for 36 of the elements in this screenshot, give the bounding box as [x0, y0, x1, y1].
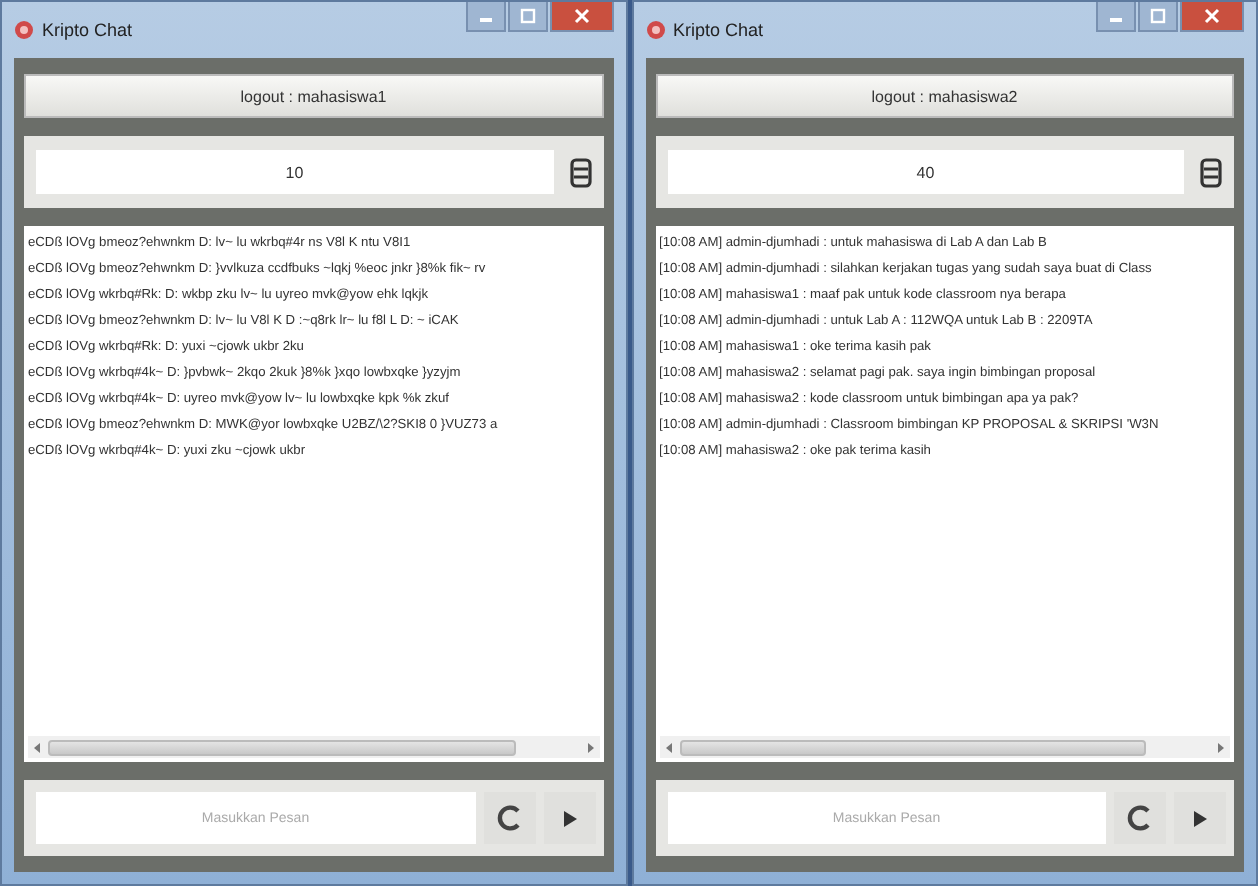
horizontal-scrollbar[interactable]	[659, 736, 1230, 758]
send-button[interactable]	[543, 792, 595, 844]
maximize-button[interactable]	[1138, 2, 1178, 32]
refresh-icon	[495, 804, 523, 832]
maximize-icon	[519, 8, 535, 24]
app-icon	[645, 20, 665, 40]
key-field[interactable]: 40	[667, 150, 1184, 194]
scroll-right-icon[interactable]	[585, 741, 595, 753]
app-icon	[14, 20, 34, 40]
close-icon	[1204, 8, 1220, 24]
close-icon	[573, 8, 589, 24]
window-title: Kripto Chat	[42, 20, 133, 40]
play-icon	[1192, 809, 1208, 827]
logout-button[interactable]: logout : mahasiswa2	[655, 74, 1234, 118]
close-button[interactable]	[549, 2, 613, 32]
scrollbar-thumb[interactable]	[679, 739, 1147, 755]
scrollbar-thumb[interactable]	[48, 739, 516, 755]
maximize-icon	[1150, 8, 1166, 24]
play-icon	[561, 809, 577, 827]
scroll-right-icon[interactable]	[1216, 741, 1226, 753]
refresh-button[interactable]	[483, 792, 535, 844]
close-button[interactable]	[1180, 2, 1244, 32]
database-icon[interactable]	[569, 157, 591, 187]
refresh-button[interactable]	[1114, 792, 1166, 844]
horizontal-scrollbar[interactable]	[28, 736, 599, 758]
database-icon[interactable]	[1200, 157, 1222, 187]
scroll-left-icon[interactable]	[32, 741, 42, 753]
scroll-left-icon[interactable]	[663, 741, 673, 753]
logout-button[interactable]: logout : mahasiswa1	[24, 74, 603, 118]
minimize-button[interactable]	[465, 2, 505, 32]
key-field[interactable]: 10	[36, 150, 553, 194]
maximize-button[interactable]	[507, 2, 547, 32]
window-title: Kripto Chat	[673, 20, 764, 40]
minimize-button[interactable]	[1096, 2, 1136, 32]
send-button[interactable]	[1174, 792, 1226, 844]
refresh-icon	[1126, 804, 1154, 832]
